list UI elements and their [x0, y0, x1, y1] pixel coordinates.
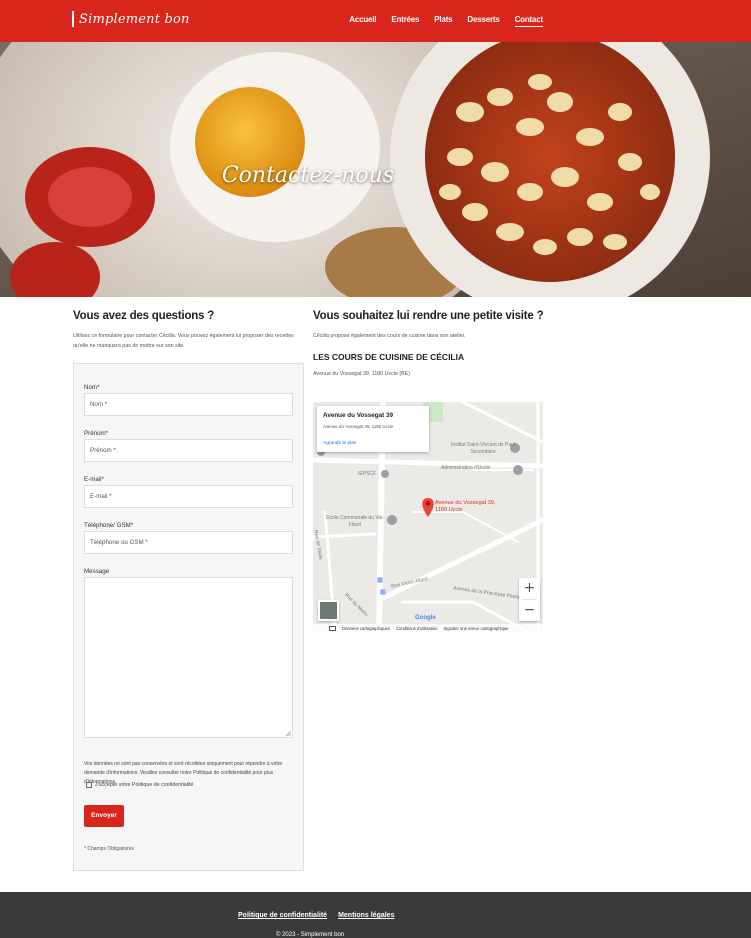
- consent-checkbox[interactable]: [86, 782, 92, 788]
- nav-desserts[interactable]: Desserts: [467, 15, 499, 27]
- consent-label: J'accepte votre Politique de confidentia…: [95, 782, 194, 788]
- map-info-card: Avenue du Vossegat 39 Avenue du Vossegat…: [317, 406, 429, 452]
- send-button[interactable]: Envoyer: [84, 805, 124, 827]
- footer-links: Politique de confidentialité Mentions lé…: [238, 912, 405, 919]
- telephone-label: Téléphone/ GSM*: [84, 522, 134, 529]
- atelier-title: LES COURS DE CUISINE DE CÉCILIA: [313, 352, 465, 362]
- message-textarea[interactable]: [84, 577, 293, 738]
- map-pin-label: Avenue du Vossegat 39, 1180 Uccle: [435, 500, 496, 513]
- nav-entrees[interactable]: Entrées: [391, 15, 419, 27]
- contact-title: Vous avez des questions ?: [73, 310, 215, 322]
- map-report-link[interactable]: Signaler une erreur cartographique: [444, 626, 509, 631]
- contact-intro: Utilisez ce formulaire pour contacter Cé…: [73, 333, 294, 349]
- prenom-input[interactable]: Prénom *: [84, 439, 293, 462]
- visit-section: Vous souhaitez lui rendre une petite vis…: [313, 310, 544, 377]
- map-card-title: Avenue du Vossegat 39: [323, 412, 393, 419]
- visit-title: Vous souhaitez lui rendre une petite vis…: [313, 310, 544, 322]
- footer-legal-link[interactable]: Mentions légales: [338, 912, 394, 919]
- map-enlarge-link[interactable]: Agrandir le plan: [323, 441, 357, 446]
- map-zoom-control: + −: [519, 578, 540, 621]
- footer-copyright: © 2023 - Simplement bon: [276, 932, 345, 938]
- map-footer-bar: Données cartographiques Conditions d'uti…: [313, 624, 543, 632]
- email-placeholder: E-mail *: [90, 493, 112, 500]
- prenom-placeholder: Prénom *: [90, 447, 116, 454]
- google-map[interactable]: Avenue du Vossegat 39 Avenue du Vossegat…: [313, 402, 543, 632]
- hero-banner: Contactez-nous: [0, 42, 751, 297]
- site-logo[interactable]: Simplement bon: [72, 10, 190, 28]
- logo-bar: [72, 11, 74, 27]
- google-logo: Google: [415, 615, 436, 621]
- email-input[interactable]: E-mail *: [84, 485, 293, 508]
- site-header: Simplement bon Accueil Entrées Plats Des…: [0, 0, 751, 42]
- prenom-label: Prénom*: [84, 430, 109, 437]
- map-place-iepscf: IEPSCF: [358, 471, 377, 477]
- nom-input[interactable]: Nom *: [84, 393, 293, 416]
- logo-text: Simplement bon: [79, 11, 190, 27]
- map-place-ecole: Ecole Communale du Val-Fleuri: [326, 515, 384, 528]
- zoom-in-button[interactable]: +: [519, 578, 540, 599]
- nom-label: Nom*: [84, 384, 100, 391]
- nav-plats[interactable]: Plats: [434, 15, 452, 27]
- hero-title: Contactez-nous: [221, 163, 395, 188]
- zoom-out-button[interactable]: −: [519, 600, 540, 621]
- resize-handle-icon[interactable]: [285, 730, 291, 736]
- nav-accueil[interactable]: Accueil: [349, 15, 376, 27]
- map-satellite-toggle[interactable]: [318, 600, 339, 621]
- map-place-administration: Administration d'Uccle: [441, 465, 491, 471]
- footer-privacy-link[interactable]: Politique de confidentialité: [238, 912, 327, 919]
- keyboard-icon[interactable]: [329, 625, 336, 631]
- contact-section: Vous avez des questions ? Utilisez ce fo…: [73, 310, 304, 351]
- nav-contact[interactable]: Contact: [514, 15, 543, 27]
- telephone-input[interactable]: Téléphone ou GSM *: [84, 531, 293, 554]
- contact-form: Nom* Nom * Prénom* Prénom * E-mail* E-ma…: [73, 363, 304, 871]
- nom-placeholder: Nom *: [90, 401, 108, 408]
- visit-intro: Cécilia propose également des cours de c…: [313, 333, 466, 339]
- map-place-institut: Institut Saint-Vincent de Paul Secondair…: [450, 442, 516, 455]
- required-note: * Champs Obligatoires: [84, 846, 135, 852]
- map-data-link[interactable]: Données cartographiques: [342, 626, 390, 631]
- map-card-subtitle: Avenue du Vossegat 39, 1180 Uccle: [323, 424, 394, 429]
- map-terms-link[interactable]: Conditions d'utilisation: [396, 626, 438, 631]
- site-footer: Politique de confidentialité Mentions lé…: [0, 892, 751, 938]
- atelier-address: Avenue du Vossegat 39, 1180 Uccle (BE): [313, 371, 410, 377]
- message-label: Message: [84, 568, 110, 575]
- telephone-placeholder: Téléphone ou GSM *: [90, 539, 148, 546]
- consent-row[interactable]: J'accepte votre Politique de confidentia…: [86, 782, 193, 788]
- main-nav: Accueil Entrées Plats Desserts Contact: [334, 15, 543, 27]
- email-label: E-mail*: [84, 476, 104, 483]
